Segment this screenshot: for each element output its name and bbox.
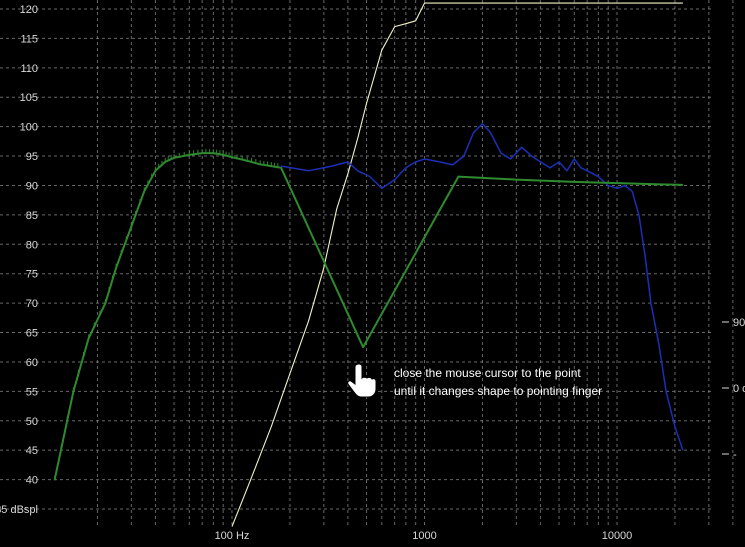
- y-tick-label: 120: [20, 4, 38, 16]
- y-tick-label: 80: [26, 239, 38, 251]
- y-tick-label: 60: [26, 357, 38, 369]
- annotation-line-2: until it changes shape to pointing finge…: [394, 384, 602, 398]
- right-axis-tick-label: 90: [733, 317, 745, 329]
- series-line-white: [231, 2, 683, 527]
- y-tick-label: 55: [26, 386, 38, 398]
- y-tick-label: 90: [26, 180, 38, 192]
- annotation-line-1: close the mouse cursor to the point: [394, 366, 581, 380]
- y-tick-label: 75: [26, 269, 38, 281]
- y-tick-label: 115: [20, 33, 38, 45]
- pointing-hand-cursor-icon: [347, 363, 377, 398]
- series-layer: [53, 2, 684, 527]
- y-tick-label: 95: [26, 151, 38, 163]
- y-tick-label: 50: [26, 416, 38, 428]
- y-axis-ticks: 120 115 110 105 100 95 90 85 80 75 70 65 60 55 50 45 40 3…: [0, 4, 38, 516]
- series-line-blue: [280, 122, 684, 451]
- chart-grid: [0, 0, 734, 525]
- series-line-green: [53, 152, 683, 480]
- y-tick-label: 85: [26, 210, 38, 222]
- y-tick-label: 110: [20, 63, 38, 75]
- x-tick-label: 10000: [602, 530, 633, 542]
- right-axis-tick-label: 0 d: [733, 383, 745, 395]
- x-tick-label: 1000: [412, 530, 436, 542]
- x-axis-ticks: 100 Hz 1000 10000: [215, 530, 633, 542]
- right-axis-tick-label: -: [733, 449, 737, 461]
- x-tick-label: 100 Hz: [215, 530, 250, 542]
- y-tick-label: 40: [26, 475, 38, 487]
- y-tick-label: 35 dBspl: [0, 504, 38, 516]
- y-tick-label: 100: [20, 122, 38, 134]
- frequency-response-chart[interactable]: 120 115 110 105 100 95 90 85 80 75 70 65 60 55 50 45 40 3…: [0, 0, 745, 547]
- y-tick-label: 65: [26, 328, 38, 340]
- right-axis-ticks: 90 0 d -: [722, 317, 745, 461]
- y-tick-label: 45: [26, 445, 38, 457]
- y-tick-label: 70: [26, 298, 38, 310]
- y-tick-label: 105: [20, 92, 38, 104]
